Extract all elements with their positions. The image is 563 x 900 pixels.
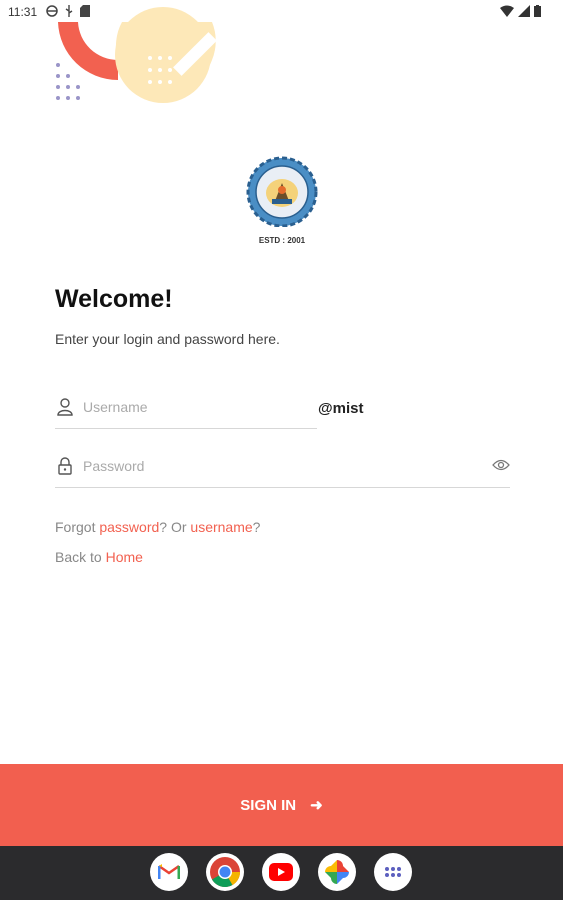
- photos-icon[interactable]: [318, 853, 356, 891]
- chrome-icon[interactable]: [206, 853, 244, 891]
- show-password-icon[interactable]: [492, 459, 510, 471]
- forgot-suffix: ?: [252, 519, 261, 535]
- app-drawer-icon[interactable]: [374, 853, 412, 891]
- password-input[interactable]: [83, 454, 283, 478]
- back-links: Back to Home: [55, 549, 143, 565]
- back-prefix: Back to: [55, 549, 106, 565]
- gear-emblem: [246, 156, 318, 228]
- forgot-password-link[interactable]: password: [99, 519, 159, 535]
- username-field[interactable]: [55, 391, 317, 429]
- taskbar: [0, 846, 563, 900]
- forgot-links: Forgot password? Or username?: [55, 519, 260, 535]
- logo-caption: ESTD : 2001: [258, 236, 306, 245]
- password-field[interactable]: [55, 450, 510, 488]
- forgot-middle: ? Or: [159, 519, 191, 535]
- lock-icon: [58, 457, 72, 475]
- deco-purple-dots: [56, 63, 80, 100]
- home-link[interactable]: Home: [106, 549, 143, 565]
- user-icon: [57, 398, 73, 416]
- institution-logo: ESTD : 2001: [239, 155, 325, 245]
- sign-in-button[interactable]: SIGN IN ➜: [0, 764, 563, 846]
- app-dock: [150, 853, 412, 891]
- arrow-right-icon: ➜: [310, 797, 323, 814]
- forgot-username-link[interactable]: username: [190, 519, 252, 535]
- domain-suffix: @mist: [318, 400, 364, 417]
- forgot-prefix: Forgot: [55, 519, 100, 535]
- username-input[interactable]: [83, 395, 283, 419]
- page-title: Welcome!: [55, 285, 173, 313]
- deco-red-arc: [58, 22, 118, 81]
- gmail-icon[interactable]: [150, 853, 188, 891]
- youtube-icon[interactable]: [262, 853, 300, 891]
- decorative-shapes: [56, 7, 217, 103]
- page-subtitle: Enter your login and password here.: [55, 331, 280, 347]
- sign-in-label: SIGN IN: [240, 796, 297, 814]
